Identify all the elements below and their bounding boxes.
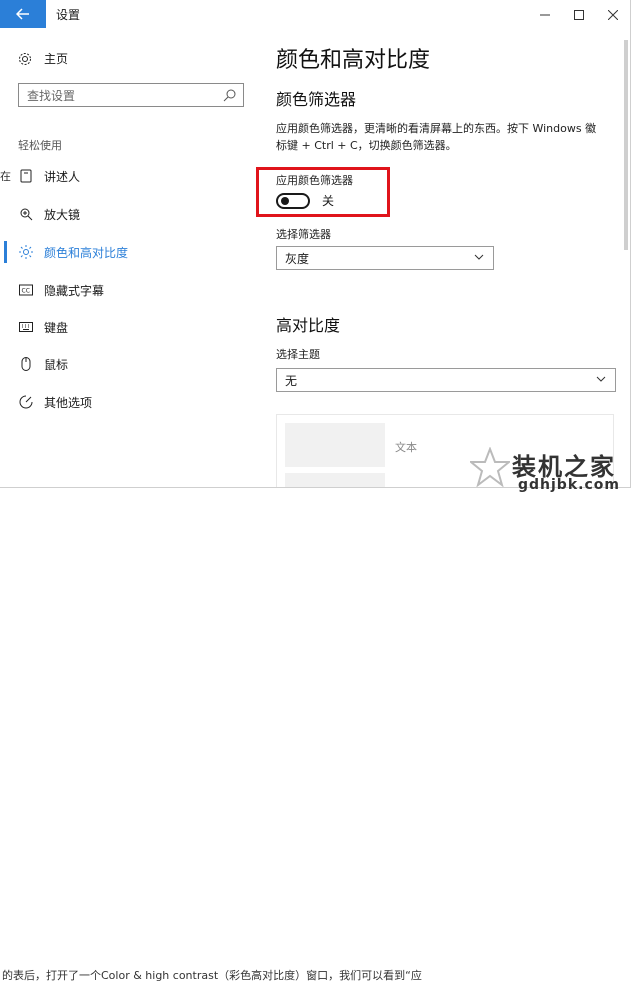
theme-dropdown[interactable]: 无 [276, 368, 616, 392]
sidebar-item-color-contrast[interactable]: 颜色和高对比度 [0, 240, 258, 264]
other-options-icon [18, 394, 34, 410]
search-icon [223, 88, 237, 105]
sidebar-item-label: 隐藏式字幕 [44, 283, 105, 298]
close-button[interactable] [598, 0, 628, 28]
sidebar-item-label: 放大镜 [44, 207, 81, 222]
search-placeholder: 查找设置 [27, 88, 76, 103]
preview-swatch [285, 423, 385, 467]
color-filter-heading: 颜色筛选器 [276, 90, 357, 109]
title-bar: 设置 [0, 0, 630, 28]
select-theme-label: 选择主题 [276, 348, 320, 361]
filter-dropdown[interactable]: 灰度 [276, 246, 494, 270]
narrator-icon [18, 168, 34, 184]
star-logo-icon [470, 447, 510, 487]
magnifier-icon [18, 206, 34, 222]
sidebar-item-label: 颜色和高对比度 [44, 245, 129, 260]
sidebar-item-label: 其他选项 [44, 395, 93, 410]
chevron-down-icon [595, 373, 607, 388]
sidebar-item-keyboard[interactable]: 键盘 [0, 315, 258, 339]
sidebar: 主页 查找设置 轻松使用 讲述人 放大镜 颜色和高对比度 CC 隐藏式字幕 键盘… [0, 28, 258, 487]
sidebar-item-label: 键盘 [44, 320, 69, 335]
article-caption: 的表后，打开了一个Color & high contrast（彩色高对比度）窗口… [2, 969, 422, 982]
window-title: 设置 [56, 8, 81, 22]
sidebar-item-other-options[interactable]: 其他选项 [0, 390, 258, 414]
section-label-ease-of-access: 轻松使用 [18, 139, 62, 152]
mouse-icon [18, 356, 34, 372]
keyboard-icon [18, 319, 34, 335]
highlight-annotation-box [256, 167, 390, 217]
svg-text:CC: CC [22, 288, 30, 295]
sidebar-item-magnifier[interactable]: 放大镜 [0, 202, 258, 226]
sidebar-item-mouse[interactable]: 鼠标 [0, 352, 258, 376]
main-content: 颜色和高对比度 颜色筛选器 应用颜色筛选器，更清晰的看清屏幕上的东西。按下 Wi… [276, 28, 630, 487]
chevron-down-icon [473, 251, 485, 266]
sidebar-item-closed-captions[interactable]: CC 隐藏式字幕 [0, 278, 258, 302]
color-filter-description: 应用颜色筛选器，更清晰的看清屏幕上的东西。按下 Windows 徽标键 + Ct… [276, 122, 597, 152]
watermark-url: gdhjbk.com [518, 477, 620, 493]
maximize-button[interactable] [564, 0, 594, 28]
preview-swatch [285, 473, 385, 487]
maximize-icon [574, 5, 584, 24]
preview-text: 文本 [395, 441, 417, 454]
home-label: 主页 [44, 52, 69, 66]
page-title: 颜色和高对比度 [276, 48, 431, 73]
article-side-char: 在 [0, 170, 11, 183]
home-link[interactable]: 主页 [18, 50, 68, 67]
theme-dropdown-value: 无 [285, 373, 298, 388]
brightness-icon [18, 244, 34, 260]
back-button[interactable] [0, 0, 46, 28]
high-contrast-heading: 高对比度 [276, 316, 341, 335]
closed-captions-icon: CC [18, 282, 34, 298]
filter-dropdown-value: 灰度 [285, 251, 310, 266]
gear-icon [18, 52, 34, 66]
watermark: 装机之家 gdhjbk.com [470, 443, 640, 502]
back-arrow-icon [15, 5, 30, 24]
scrollbar[interactable] [624, 40, 628, 250]
sidebar-item-narrator[interactable]: 讲述人 [0, 164, 258, 188]
settings-window: 设置 主页 查找设置 轻松使用 讲述人 放大镜 颜色和高对比度 CC 隐藏式字幕… [0, 0, 631, 488]
sidebar-item-label: 鼠标 [44, 357, 69, 372]
select-filter-label: 选择筛选器 [276, 228, 331, 241]
sidebar-item-label: 讲述人 [44, 169, 81, 184]
minimize-button[interactable] [530, 0, 560, 28]
search-input[interactable]: 查找设置 [18, 83, 244, 107]
minimize-icon [540, 5, 550, 24]
close-icon [607, 5, 619, 24]
selection-indicator [4, 241, 7, 263]
